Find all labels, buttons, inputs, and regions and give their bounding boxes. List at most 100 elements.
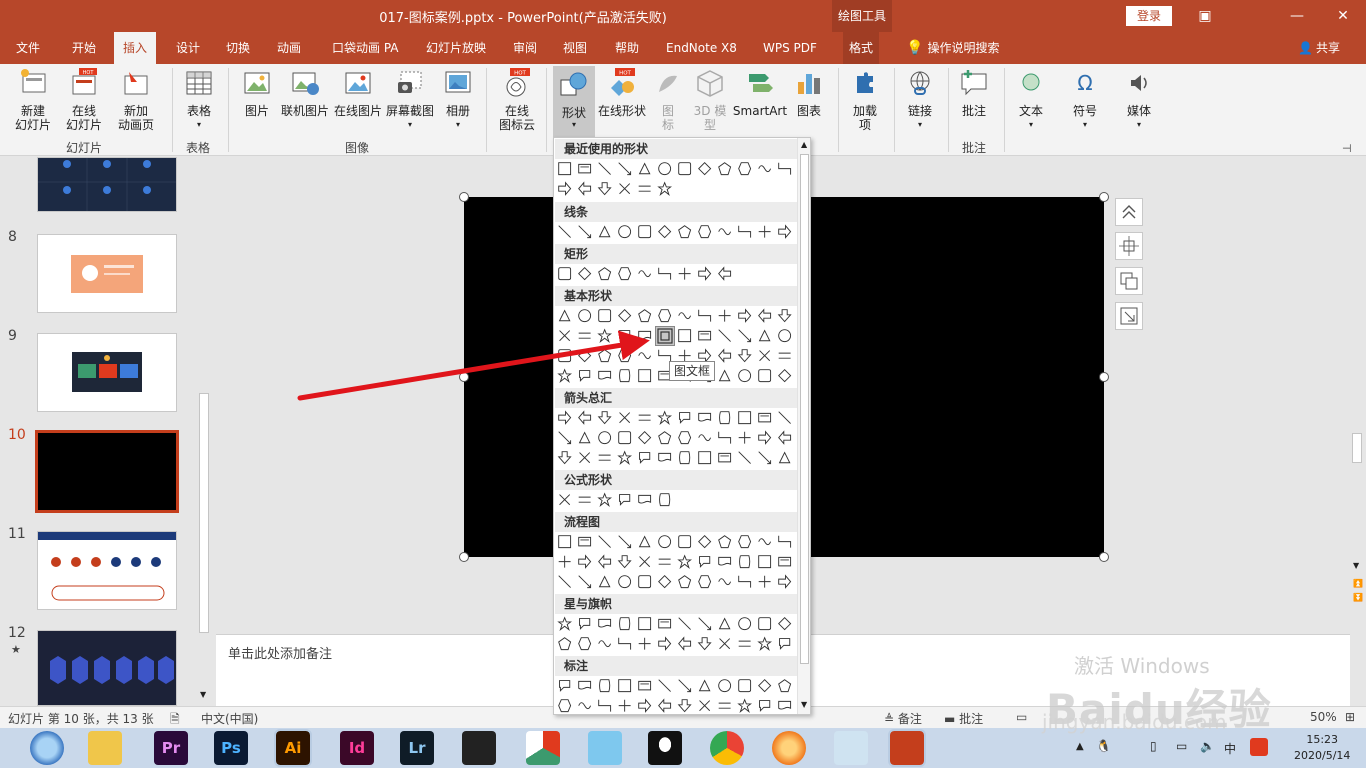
shape-option[interactable]	[778, 574, 792, 589]
shape-option[interactable]	[597, 492, 613, 507]
shape-option[interactable]	[638, 270, 652, 278]
shape-option[interactable]	[618, 162, 632, 176]
shape-option[interactable]	[638, 369, 652, 383]
shape-option[interactable]	[778, 679, 792, 693]
shape-option[interactable]	[677, 554, 693, 569]
shape-option[interactable]	[679, 412, 691, 424]
shape-option[interactable]	[559, 330, 571, 342]
shape-option[interactable]	[758, 617, 772, 631]
shape-option[interactable]	[638, 617, 652, 631]
shape-option[interactable]	[578, 267, 592, 281]
shape-option[interactable]	[618, 535, 632, 549]
shape-option[interactable]	[658, 225, 672, 239]
slide-thumbnail-9[interactable]	[37, 333, 177, 412]
shape-option[interactable]	[598, 640, 612, 648]
shape-option[interactable]	[618, 431, 632, 445]
shape-option[interactable]	[579, 618, 591, 630]
shape-option[interactable]	[779, 638, 791, 650]
shape-option[interactable]	[578, 431, 591, 444]
table-button[interactable]: 表格 ▾	[178, 68, 220, 132]
shape-option[interactable]	[698, 225, 712, 239]
shape-option[interactable]	[738, 431, 751, 444]
fit-slide-icon[interactable]: ⊞	[1345, 710, 1355, 724]
scrollbar-thumb[interactable]	[800, 154, 809, 664]
shape-option[interactable]	[618, 637, 632, 650]
star-shapes-grid[interactable]	[557, 616, 797, 656]
shape-option[interactable]	[699, 700, 711, 712]
resize-handle[interactable]	[1099, 372, 1109, 382]
equation-shapes-grid[interactable]	[557, 492, 797, 510]
shape-option[interactable]	[598, 370, 612, 380]
shape-option[interactable]	[678, 617, 691, 630]
scrollbar-thumb[interactable]	[199, 393, 209, 633]
shape-option[interactable]	[699, 556, 711, 568]
shape-option[interactable]	[698, 266, 712, 281]
shape-option[interactable]	[618, 267, 632, 281]
tab-slideshow[interactable]: 幻灯片放映	[420, 32, 492, 64]
shape-option[interactable]	[678, 679, 692, 693]
shape-option[interactable]	[578, 332, 591, 339]
shape-option[interactable]	[718, 329, 731, 342]
shape-option[interactable]	[598, 535, 611, 548]
resize-handle[interactable]	[1099, 192, 1109, 202]
shape-option[interactable]	[578, 575, 592, 589]
shape-option[interactable]	[758, 430, 772, 445]
shape-option[interactable]	[678, 329, 692, 343]
shape-option[interactable]	[578, 496, 591, 503]
shape-option[interactable]	[718, 228, 732, 236]
shape-option[interactable]	[778, 430, 792, 445]
shape-option[interactable]	[738, 640, 751, 647]
shape-option[interactable]	[558, 410, 572, 425]
tab-animations[interactable]: 动画	[271, 32, 307, 64]
close-button[interactable]: ✕	[1328, 4, 1358, 28]
shape-option[interactable]	[778, 329, 792, 343]
lightroom-icon[interactable]: Lr	[400, 731, 434, 765]
shape-option[interactable]	[598, 162, 611, 175]
new-slide-button[interactable]: 新建 幻灯片	[8, 68, 58, 132]
shape-option[interactable]	[638, 330, 652, 340]
frame-shape-hovered[interactable]	[655, 326, 675, 346]
media-button[interactable]: 媒体 ▾	[1120, 68, 1158, 132]
shape-option[interactable]	[739, 555, 751, 569]
shape-option[interactable]	[618, 699, 631, 712]
shape-option[interactable]	[597, 328, 613, 343]
tab-transitions[interactable]: 切换	[220, 32, 256, 64]
shape-option[interactable]	[578, 181, 592, 196]
shape-option[interactable]	[678, 225, 692, 239]
shape-option[interactable]	[657, 181, 673, 196]
line-shapes-grid[interactable]	[557, 224, 797, 242]
shape-option[interactable]	[619, 617, 631, 631]
rectangle-shapes-grid[interactable]	[557, 266, 797, 284]
slide-thumbnail-10[interactable]	[35, 430, 179, 513]
shape-option[interactable]	[598, 554, 612, 569]
shape-option[interactable]	[578, 225, 592, 239]
notes-toggle[interactable]: ≜ 备注	[884, 710, 922, 727]
tray-qq-icon[interactable]: 🐧	[1096, 739, 1111, 753]
shape-option[interactable]	[638, 185, 651, 192]
indesign-icon[interactable]: Id	[340, 731, 374, 765]
layers-icon[interactable]	[1115, 267, 1143, 295]
shape-option[interactable]	[738, 369, 752, 383]
tab-insert[interactable]: 插入	[114, 32, 157, 64]
wps-icon[interactable]	[526, 731, 560, 765]
shape-option[interactable]	[558, 225, 571, 238]
shape-option[interactable]	[658, 575, 672, 589]
shape-option[interactable]	[718, 702, 731, 709]
shape-option[interactable]	[738, 411, 752, 425]
shape-option[interactable]	[718, 431, 732, 444]
shape-option[interactable]	[758, 575, 771, 588]
shape-option[interactable]	[619, 369, 631, 383]
shape-option[interactable]	[698, 434, 712, 442]
premiere-icon[interactable]: Pr	[154, 731, 188, 765]
shape-option[interactable]	[737, 698, 753, 713]
tab-file[interactable]: 文件	[10, 32, 46, 64]
tab-design[interactable]: 设计	[170, 32, 206, 64]
shape-option[interactable]	[557, 451, 572, 465]
shape-option[interactable]	[778, 700, 792, 710]
shape-option[interactable]	[557, 368, 573, 383]
shape-option[interactable]	[718, 578, 732, 586]
shape-option[interactable]	[558, 535, 572, 549]
illustrator-icon[interactable]: Ai	[274, 729, 312, 767]
shape-option[interactable]	[678, 312, 692, 320]
scroll-down-icon[interactable]: ▼	[1353, 561, 1359, 570]
